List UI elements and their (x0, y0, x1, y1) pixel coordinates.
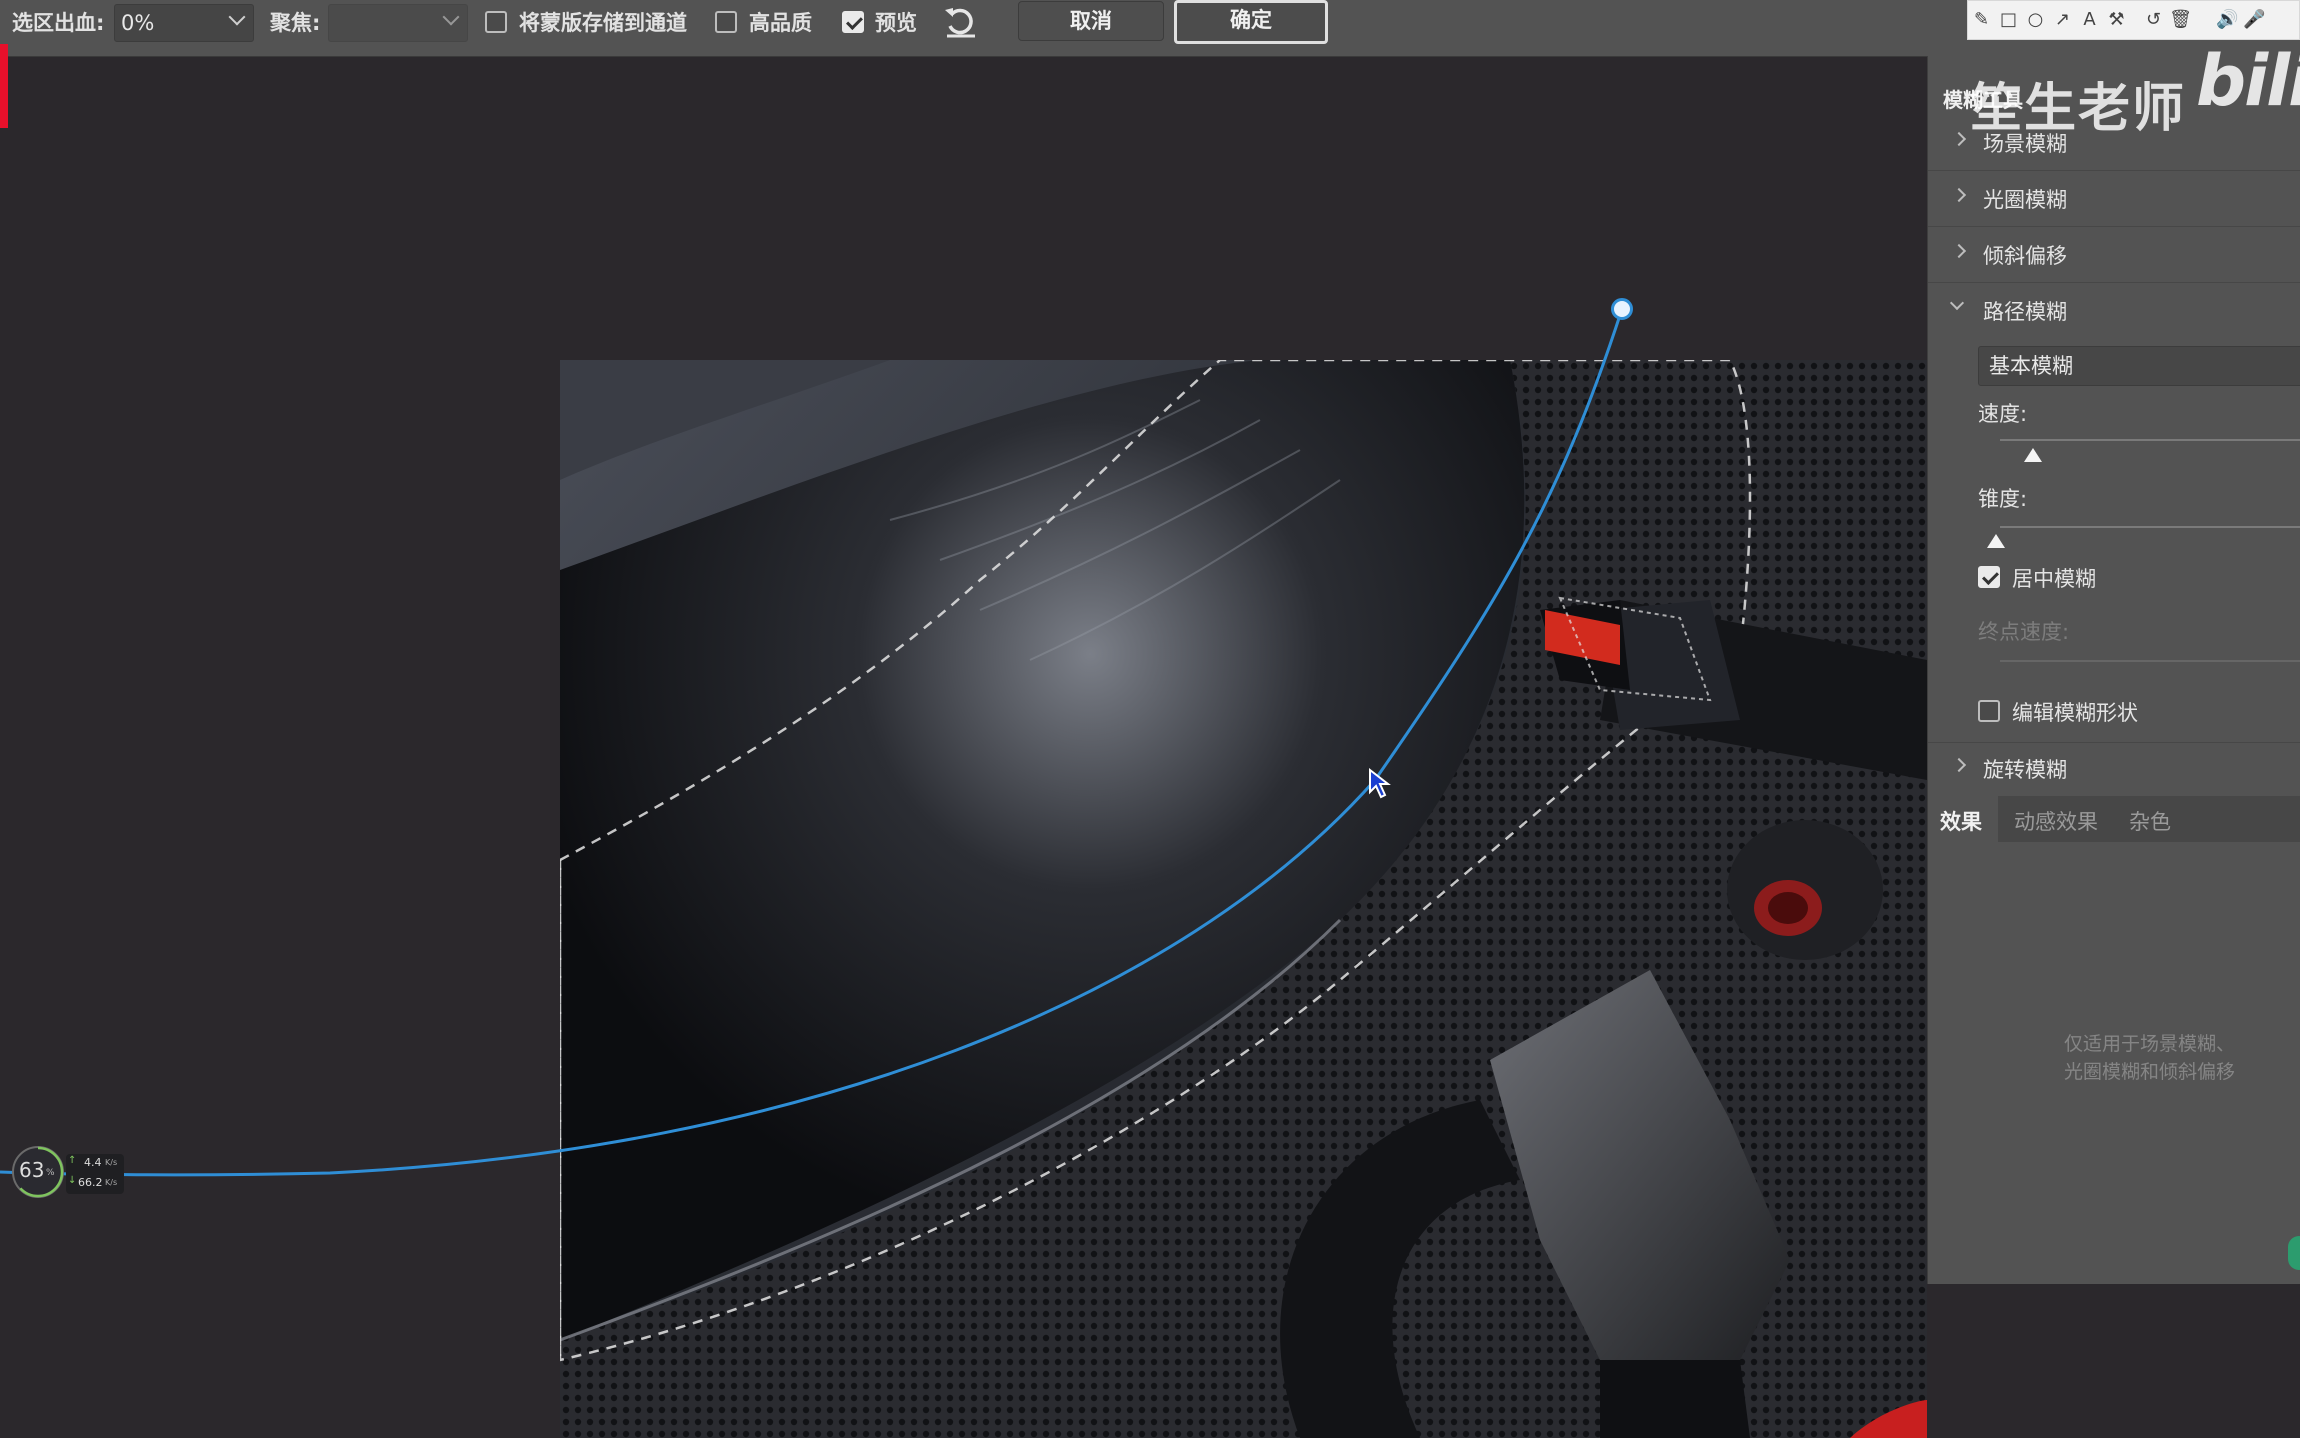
tab-motion-effects[interactable]: 动感效果 (2014, 806, 2098, 836)
cancel-button[interactable]: 取消 (1018, 1, 1164, 41)
bilibili-logo: bili (2196, 40, 2300, 122)
percent-unit: % (46, 1168, 55, 1178)
section-label: 路径模糊 (1983, 300, 2067, 324)
download-arrow-icon: ↓ (68, 1175, 77, 1186)
network-meter: 63 % ↑ 4.4 K/s ↓ 66.2 K/s (6, 1146, 124, 1202)
chevron-right-icon (1951, 243, 1967, 259)
high-quality-label: 高品质 (749, 11, 812, 35)
focus-value (329, 11, 335, 35)
magic-icon[interactable]: ⚒ (2103, 1, 2130, 39)
upload-value: 4.4 (84, 1156, 102, 1169)
side-marker (0, 44, 8, 128)
end-speed-slider-track[interactable] (2000, 660, 2300, 662)
speed-label: 速度: (1978, 402, 2028, 426)
options-bar: 选区出血: 0% 聚焦: 将蒙版存储到通道 高品质 预览 取消 确定 (0, 0, 2300, 57)
annotation-toolbar: ✎ □ ○ ↗ A ⚒ ↺ 🗑 🔊 🎤 (1967, 0, 2300, 40)
save-mask-checkbox[interactable] (485, 11, 507, 33)
chevron-down-icon (442, 8, 460, 26)
speed-slider-thumb[interactable] (2024, 448, 2042, 462)
text-icon[interactable]: A (2076, 1, 2103, 39)
path-endpoint-handle[interactable] (1611, 298, 1633, 320)
pencil-icon[interactable]: ✎ (1968, 1, 1995, 39)
author-watermark: 笙生老师 (1970, 79, 2187, 139)
status-badge (2288, 1236, 2300, 1270)
blur-tools-panel: 模糊工具 场景模糊 光圈模糊 倾斜偏移 路径模糊 基本模糊 速度: 锥度: 居中… (1927, 56, 2300, 1284)
end-speed-label: 终点速度: (1978, 620, 2070, 644)
feather-label: 选区出血: (12, 11, 105, 35)
center-blur-checkbox[interactable] (1978, 566, 2000, 588)
chevron-right-icon (1951, 187, 1967, 203)
percent-value: 63 (19, 1158, 45, 1182)
section-spin-blur[interactable]: 旋转模糊 (1928, 744, 2300, 794)
chevron-right-icon (1951, 131, 1967, 147)
tab-effects[interactable]: 效果 (1928, 796, 1998, 842)
cursor-icon (1369, 767, 1391, 799)
hint-line-2: 光圈模糊和倾斜偏移 (2063, 1061, 2235, 1083)
upload-unit: K/s (105, 1158, 118, 1167)
section-iris-blur[interactable]: 光圈模糊 (1928, 174, 2300, 224)
blur-type-value: 基本模糊 (1989, 354, 2073, 378)
section-label: 光圈模糊 (1983, 188, 2067, 212)
taper-slider-thumb[interactable] (1987, 534, 2005, 548)
mic-icon[interactable]: 🎤 (2241, 1, 2268, 39)
section-tilt-shift[interactable]: 倾斜偏移 (1928, 230, 2300, 280)
section-label: 倾斜偏移 (1983, 244, 2067, 268)
download-unit: K/s (105, 1178, 118, 1187)
save-mask-label: 将蒙版存储到通道 (519, 11, 687, 35)
blur-path-overlay (0, 308, 1624, 1177)
ok-button[interactable]: 确定 (1174, 0, 1328, 44)
preview-checkbox[interactable] (842, 11, 864, 33)
ellipse-icon[interactable]: ○ (2022, 1, 2049, 39)
high-quality-checkbox[interactable] (715, 11, 737, 33)
focus-label: 聚焦: (270, 11, 321, 35)
download-value: 66.2 (78, 1176, 103, 1189)
feather-dropdown[interactable]: 0% (114, 4, 254, 42)
feather-value: 0% (121, 11, 155, 35)
edit-shape-label: 编辑模糊形状 (2012, 701, 2138, 725)
reset-arrow-icon[interactable] (942, 4, 978, 40)
tab-label: 效果 (1940, 810, 1982, 834)
speed-slider-track[interactable] (2000, 439, 2300, 441)
undo-icon[interactable]: ↺ (2140, 1, 2167, 39)
edit-shape-checkbox[interactable] (1978, 700, 2000, 722)
arrow-icon[interactable]: ↗ (2049, 1, 2076, 39)
tab-hint: 仅适用于场景模糊、 光圈模糊和倾斜偏移 (1998, 1030, 2300, 1086)
upload-arrow-icon: ↑ (68, 1155, 77, 1166)
tab-noise[interactable]: 杂色 (2129, 806, 2171, 836)
section-path-blur[interactable]: 路径模糊 (1928, 286, 2300, 336)
preview-label: 预览 (875, 11, 917, 35)
rectangle-icon[interactable]: □ (1995, 1, 2022, 39)
center-blur-label: 居中模糊 (2012, 567, 2096, 591)
taper-slider-track[interactable] (2000, 526, 2300, 528)
blur-type-dropdown[interactable]: 基本模糊 (1978, 346, 2300, 386)
hint-line-1: 仅适用于场景模糊、 (2063, 1033, 2235, 1055)
trash-icon[interactable]: 🗑 (2167, 1, 2194, 39)
speaker-icon[interactable]: 🔊 (2214, 1, 2241, 39)
focus-dropdown[interactable] (328, 4, 468, 42)
chevron-right-icon (1951, 757, 1967, 773)
section-label: 旋转模糊 (1983, 758, 2067, 782)
chevron-down-icon (1949, 295, 1965, 311)
taper-label: 锥度: (1978, 487, 2028, 511)
chevron-down-icon (228, 8, 246, 26)
